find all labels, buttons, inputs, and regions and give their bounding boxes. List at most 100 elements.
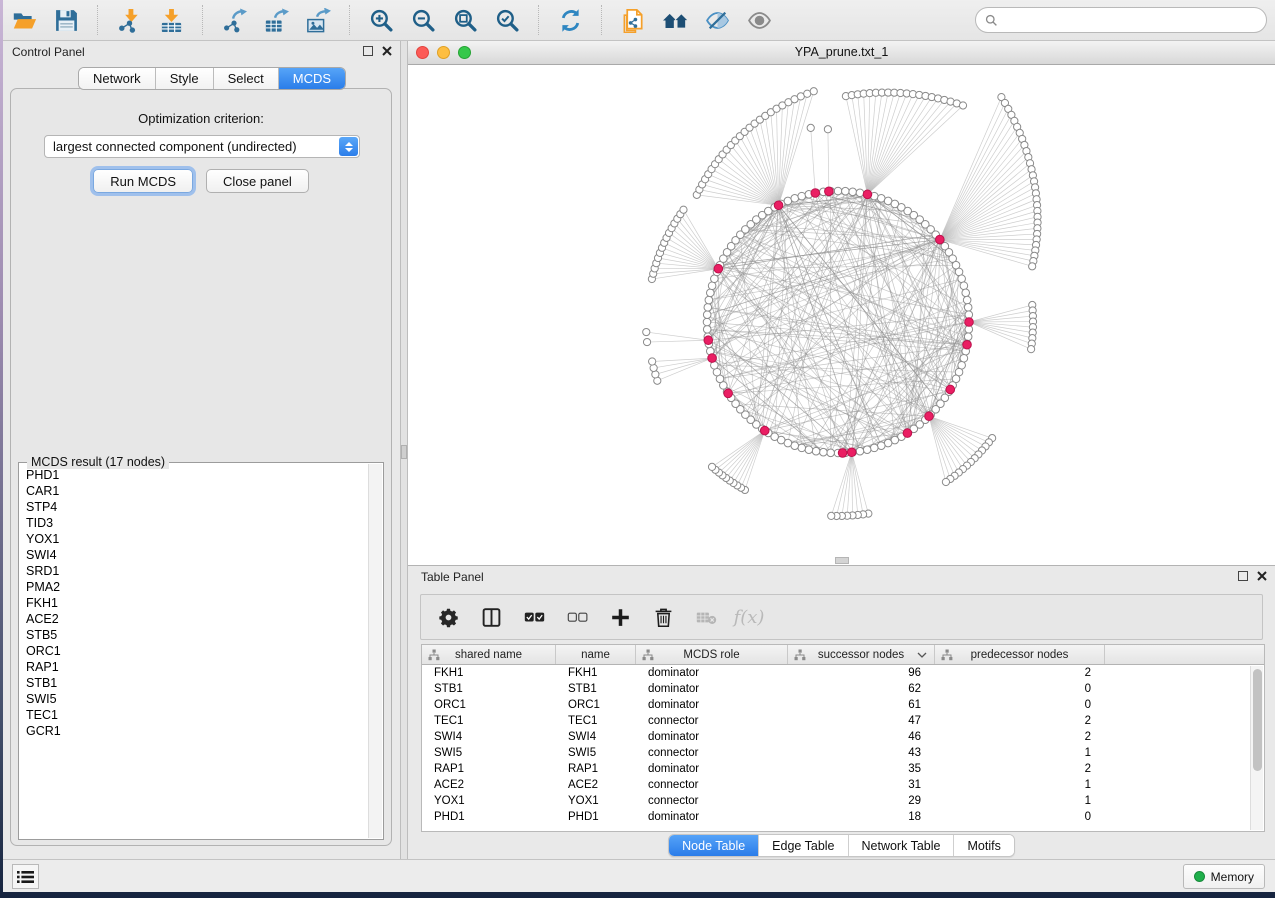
mcds-result-item[interactable]: YOX1 [20, 531, 367, 547]
mcds-result-item[interactable]: FKH1 [20, 595, 367, 611]
attribute-icon [428, 649, 440, 661]
mcds-result-item[interactable]: RAP1 [20, 659, 367, 675]
splitter-grip[interactable] [401, 445, 407, 459]
zoom-fit-button[interactable] [450, 5, 480, 35]
mcds-result-item[interactable]: CAR1 [20, 483, 367, 499]
column-header-mcds-role[interactable]: MCDS role [636, 645, 788, 664]
settings-button[interactable] [435, 604, 461, 630]
function-builder-icon: f(x) [734, 607, 765, 628]
mcds-result-item[interactable]: SRD1 [20, 563, 367, 579]
horizontal-splitter-grip[interactable] [835, 557, 849, 564]
save-session-button[interactable] [51, 5, 81, 35]
add-row-button[interactable] [607, 604, 633, 630]
table-row[interactable]: FKH1FKH1dominator962 [422, 665, 1264, 681]
column-header-shared-name[interactable]: shared name [422, 645, 556, 664]
column-header-successor-nodes[interactable]: successor nodes [788, 645, 935, 664]
table-row[interactable]: RAP1RAP1dominator352 [422, 761, 1264, 777]
table-row[interactable]: SWI4SWI4dominator462 [422, 729, 1264, 745]
show-eye-icon [747, 8, 772, 33]
tab-network[interactable]: Network [79, 68, 156, 89]
close-table-panel-icon[interactable] [1257, 571, 1267, 581]
table-cell: 0 [935, 697, 1105, 713]
clear-function-button[interactable] [693, 604, 719, 630]
mcds-result-item[interactable]: PHD1 [20, 467, 367, 483]
table-cell: 35 [788, 761, 935, 777]
show-columns-button[interactable] [478, 604, 504, 630]
table-row[interactable]: ACE2ACE2connector311 [422, 777, 1264, 793]
table-row[interactable]: SWI5SWI5connector431 [422, 745, 1264, 761]
table-row[interactable]: TEC1TEC1connector472 [422, 713, 1264, 729]
mcds-result-item[interactable]: STB5 [20, 627, 367, 643]
toolbar-separator [538, 5, 539, 35]
tab-node-table[interactable]: Node Table [669, 835, 759, 856]
float-panel-icon[interactable] [363, 46, 373, 56]
run-mcds-button[interactable]: Run MCDS [93, 169, 193, 193]
open-session-icon [12, 8, 37, 33]
open-session-button[interactable] [9, 5, 39, 35]
search-input[interactable] [1003, 13, 1266, 27]
table-row[interactable]: YOX1YOX1connector291 [422, 793, 1264, 809]
table-cell: ORC1 [556, 697, 636, 713]
tab-select[interactable]: Select [214, 68, 279, 89]
search-box[interactable] [975, 7, 1267, 33]
table-row[interactable]: ORC1ORC1dominator610 [422, 697, 1264, 713]
export-image-button[interactable] [303, 5, 333, 35]
mcds-result-item[interactable]: SWI5 [20, 691, 367, 707]
table-scrollbar[interactable] [1250, 666, 1263, 830]
table-cell: dominator [636, 665, 788, 681]
mcds-result-item[interactable]: SWI4 [20, 547, 367, 563]
tab-network-table[interactable]: Network Table [849, 835, 955, 856]
table-scrollbar-thumb[interactable] [1253, 669, 1262, 771]
table-cell: 43 [788, 745, 935, 761]
optimization-criterion-select[interactable]: largest connected component (undirected) [44, 135, 360, 158]
network-canvas[interactable] [408, 65, 1275, 565]
home-button[interactable] [660, 5, 690, 35]
float-table-panel-icon[interactable] [1238, 571, 1248, 581]
import-network-button[interactable] [114, 5, 144, 35]
network-file-button[interactable] [618, 5, 648, 35]
memory-button[interactable]: Memory [1183, 864, 1265, 889]
toolbar-separator [97, 5, 98, 35]
import-table-button[interactable] [156, 5, 186, 35]
close-panel-icon[interactable] [382, 46, 392, 56]
network-graph[interactable] [408, 65, 1275, 565]
select-all-button[interactable] [521, 604, 547, 630]
table-cell: FKH1 [422, 665, 556, 681]
export-network-button[interactable] [219, 5, 249, 35]
table-cell: SWI5 [556, 745, 636, 761]
tab-style[interactable]: Style [156, 68, 214, 89]
export-table-button[interactable] [261, 5, 291, 35]
tab-mcds[interactable]: MCDS [279, 68, 345, 89]
mcds-result-item[interactable]: STP4 [20, 499, 367, 515]
refresh-button[interactable] [555, 5, 585, 35]
task-history-button[interactable] [12, 864, 39, 889]
zoom-in-button[interactable] [366, 5, 396, 35]
zoom-selected-button[interactable] [492, 5, 522, 35]
tab-edge-table[interactable]: Edge Table [759, 835, 848, 856]
mcds-result-item[interactable]: TEC1 [20, 707, 367, 723]
mcds-result-list: PHD1CAR1STP4TID3YOX1SWI4SRD1PMA2FKH1ACE2… [20, 467, 367, 838]
function-builder-button[interactable]: f(x) [736, 604, 762, 630]
mcds-result-item[interactable]: TID3 [20, 515, 367, 531]
zoom-out-button[interactable] [408, 5, 438, 35]
tab-motifs[interactable]: Motifs [954, 835, 1013, 856]
hide-eye-button[interactable] [702, 5, 732, 35]
table-cell: connector [636, 713, 788, 729]
mcds-result-item[interactable]: ORC1 [20, 643, 367, 659]
close-panel-button[interactable]: Close panel [206, 169, 309, 193]
column-header-name[interactable]: name [556, 645, 636, 664]
table-row[interactable]: PHD1PHD1dominator180 [422, 809, 1264, 825]
mcds-result-item[interactable]: STB1 [20, 675, 367, 691]
deselect-all-button[interactable] [564, 604, 590, 630]
table-row[interactable]: STB1STB1dominator620 [422, 681, 1264, 697]
column-header-predecessor-nodes[interactable]: predecessor nodes [935, 645, 1105, 664]
search-icon [985, 14, 998, 27]
mcds-result-item[interactable]: PMA2 [20, 579, 367, 595]
mcds-result-item[interactable]: ACE2 [20, 611, 367, 627]
vertical-splitter[interactable] [400, 41, 408, 859]
mcds-result-scrollbar[interactable] [368, 464, 382, 838]
mcds-result-item[interactable]: GCR1 [20, 723, 367, 739]
show-eye-button[interactable] [744, 5, 774, 35]
delete-rows-button[interactable] [650, 604, 676, 630]
list-icon [17, 870, 34, 884]
